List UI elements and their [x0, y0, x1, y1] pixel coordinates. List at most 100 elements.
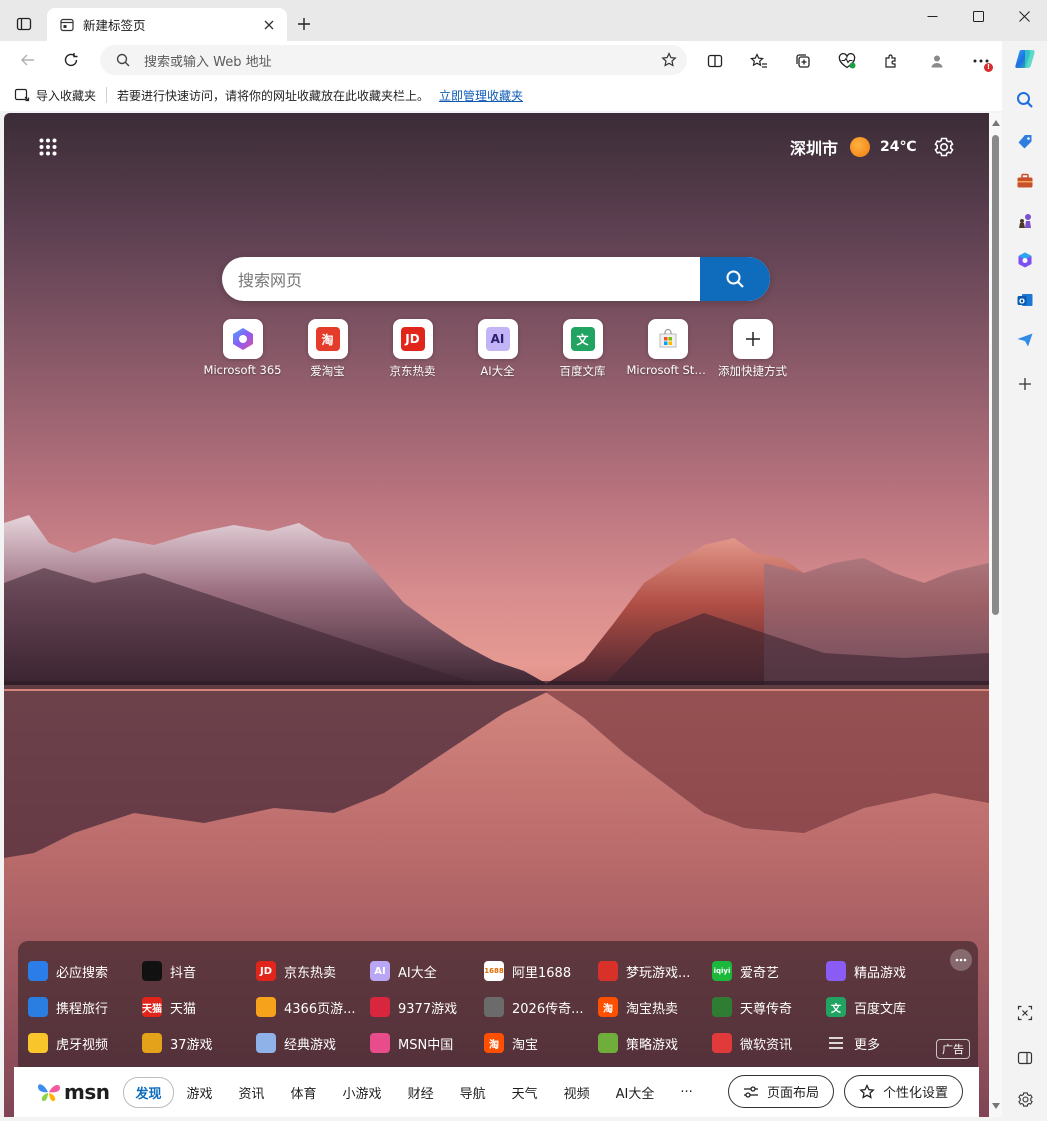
sponsored-link[interactable]: 2026传奇...: [484, 989, 598, 1025]
page-layout-button[interactable]: 页面布局: [727, 1075, 834, 1108]
sponsored-link[interactable]: 9377游戏: [370, 989, 484, 1025]
quick-link-ai-daquan[interactable]: AI AI大全: [455, 319, 540, 379]
scroll-down-button[interactable]: [991, 1101, 1000, 1110]
sponsored-link[interactable]: 淘淘宝: [484, 1025, 598, 1061]
web-search-box[interactable]: 搜索网页: [222, 257, 770, 301]
extensions-button[interactable]: [876, 46, 906, 76]
add-shortcut-button[interactable]: 添加快捷方式: [710, 319, 795, 379]
sponsored-link[interactable]: 4366页游...: [256, 989, 370, 1025]
sponsored-link[interactable]: 精品游戏: [826, 953, 940, 989]
toolbar: 搜索或输入 Web 地址 !: [0, 41, 1002, 79]
msn-nav-item[interactable]: 体育: [278, 1083, 330, 1102]
tab-actions-button[interactable]: [8, 8, 40, 40]
sponsored-link[interactable]: 37游戏: [142, 1025, 256, 1061]
sponsored-link[interactable]: 天猫 天猫: [142, 989, 256, 1025]
manage-favorites-link[interactable]: 立即管理收藏夹: [439, 87, 523, 104]
msn-nav-item[interactable]: 导航: [447, 1083, 499, 1102]
msn-logo[interactable]: msn: [36, 1080, 110, 1104]
quick-link-microsoft-365[interactable]: Microsoft 365: [200, 319, 285, 379]
sponsored-link[interactable]: 必应搜索: [28, 953, 142, 989]
sidebar-drop-button[interactable]: [1009, 324, 1041, 356]
close-window-button[interactable]: [1001, 0, 1047, 32]
sponsored-link-label: MSN中国: [398, 1037, 454, 1053]
sponsored-link[interactable]: AI AI大全: [370, 953, 484, 989]
msn-nav-more[interactable]: ···: [667, 1085, 705, 1100]
jd-logo-icon: JD: [400, 327, 425, 351]
sponsored-link-label: 虎牙视频: [56, 1037, 109, 1053]
msn-nav-item[interactable]: 游戏: [174, 1083, 226, 1102]
minimize-icon: [927, 15, 937, 17]
active-tab[interactable]: 新建标签页: [47, 8, 287, 41]
sponsored-link[interactable]: 携程旅行: [28, 989, 142, 1025]
web-search-button[interactable]: [700, 257, 770, 301]
panel-options-button[interactable]: [950, 949, 972, 971]
sidebar-add-button[interactable]: [1009, 368, 1041, 400]
personalize-button[interactable]: 个性化设置: [843, 1075, 963, 1108]
quick-link-microsoft-store[interactable]: Microsoft Store: [625, 319, 710, 379]
sidebar-toggle-button[interactable]: [1009, 1042, 1041, 1074]
sponsored-link[interactable]: 1688 阿里1688: [484, 953, 598, 989]
sponsored-link-label: 微软资讯: [740, 1037, 793, 1053]
browser-essentials-button[interactable]: [832, 46, 862, 76]
web-search-input[interactable]: 搜索网页: [222, 267, 700, 291]
minimize-button[interactable]: [909, 0, 955, 32]
msn-nav-item[interactable]: 发现: [123, 1076, 174, 1108]
msn-nav-item[interactable]: 视频: [551, 1083, 603, 1102]
sponsored-link[interactable]: 淘淘宝热卖: [598, 989, 712, 1025]
sponsored-link[interactable]: 梦玩游戏...: [598, 953, 712, 989]
back-button[interactable]: [12, 44, 44, 76]
msn-nav-item[interactable]: 财经: [395, 1083, 447, 1102]
sponsored-link[interactable]: iqiyi 爱奇艺: [712, 953, 826, 989]
page-settings-button[interactable]: [930, 133, 958, 161]
sidebar-tools-button[interactable]: [1009, 165, 1041, 197]
new-tab-button[interactable]: [290, 10, 318, 38]
quick-link-jd[interactable]: JD 京东热卖: [370, 319, 455, 379]
settings-more-button[interactable]: !: [966, 46, 996, 76]
sponsored-link[interactable]: JD 京东热卖: [256, 953, 370, 989]
quick-link-baidu-wenku[interactable]: 文 百度文库: [540, 319, 625, 379]
sponsored-link[interactable]: 经典游戏: [256, 1025, 370, 1061]
sidebar-search-button[interactable]: [1009, 84, 1041, 116]
weather-widget[interactable]: 深圳市 24℃: [790, 133, 916, 161]
address-input[interactable]: 搜索或输入 Web 地址: [144, 51, 661, 70]
msn-nav-item[interactable]: AI大全: [603, 1083, 668, 1102]
apps-launcher-button[interactable]: [34, 133, 62, 161]
maximize-button[interactable]: [955, 0, 1001, 32]
collections-button[interactable]: [788, 46, 818, 76]
sponsored-link[interactable]: 天尊传奇: [712, 989, 826, 1025]
site-logo-icon: [142, 1033, 162, 1053]
scroll-thumb[interactable]: [992, 135, 999, 615]
sponsored-link[interactable]: 更多: [826, 1025, 940, 1061]
msn-nav-item[interactable]: 小游戏: [330, 1083, 395, 1102]
refresh-button[interactable]: [55, 44, 87, 76]
scroll-up-button[interactable]: [991, 118, 1000, 127]
sponsored-link[interactable]: 策略游戏: [598, 1025, 712, 1061]
tab-close-button[interactable]: [259, 15, 279, 35]
sponsored-link[interactable]: 虎牙视频: [28, 1025, 142, 1061]
sidebar-m365-button[interactable]: [1009, 244, 1041, 276]
copilot-button[interactable]: [1009, 43, 1041, 75]
favorites-icon: [750, 53, 767, 68]
sidebar-games-button[interactable]: [1009, 205, 1041, 237]
sidebar-outlook-button[interactable]: O: [1009, 284, 1041, 316]
import-favorites-button[interactable]: 导入收藏夹: [14, 87, 96, 104]
address-bar[interactable]: 搜索或输入 Web 地址: [100, 45, 687, 75]
split-screen-button[interactable]: [700, 46, 730, 76]
quick-link-ai-taobao[interactable]: 淘 爱淘宝: [285, 319, 370, 379]
sidebar-shopping-button[interactable]: [1009, 126, 1041, 158]
sponsored-link[interactable]: MSN中国: [370, 1025, 484, 1061]
favorite-star-icon[interactable]: [661, 52, 677, 68]
sidebar-settings-button[interactable]: [1009, 1083, 1041, 1115]
sponsored-link[interactable]: 文百度文库: [826, 989, 940, 1025]
wenku-logo-icon: 文: [570, 327, 595, 351]
msn-nav-item[interactable]: 资讯: [226, 1083, 278, 1102]
page-scrollbar[interactable]: [989, 113, 1002, 1117]
favorites-button[interactable]: [744, 46, 774, 76]
sponsored-link[interactable]: 微软资讯: [712, 1025, 826, 1061]
ql-icon-wrap: [647, 319, 688, 359]
heart-pulse-icon: [838, 53, 856, 69]
sponsored-link[interactable]: 抖音: [142, 953, 256, 989]
msn-nav-item[interactable]: 天气: [499, 1083, 551, 1102]
sidebar-screenshot-button[interactable]: [1009, 997, 1041, 1029]
profile-button[interactable]: [922, 46, 952, 76]
